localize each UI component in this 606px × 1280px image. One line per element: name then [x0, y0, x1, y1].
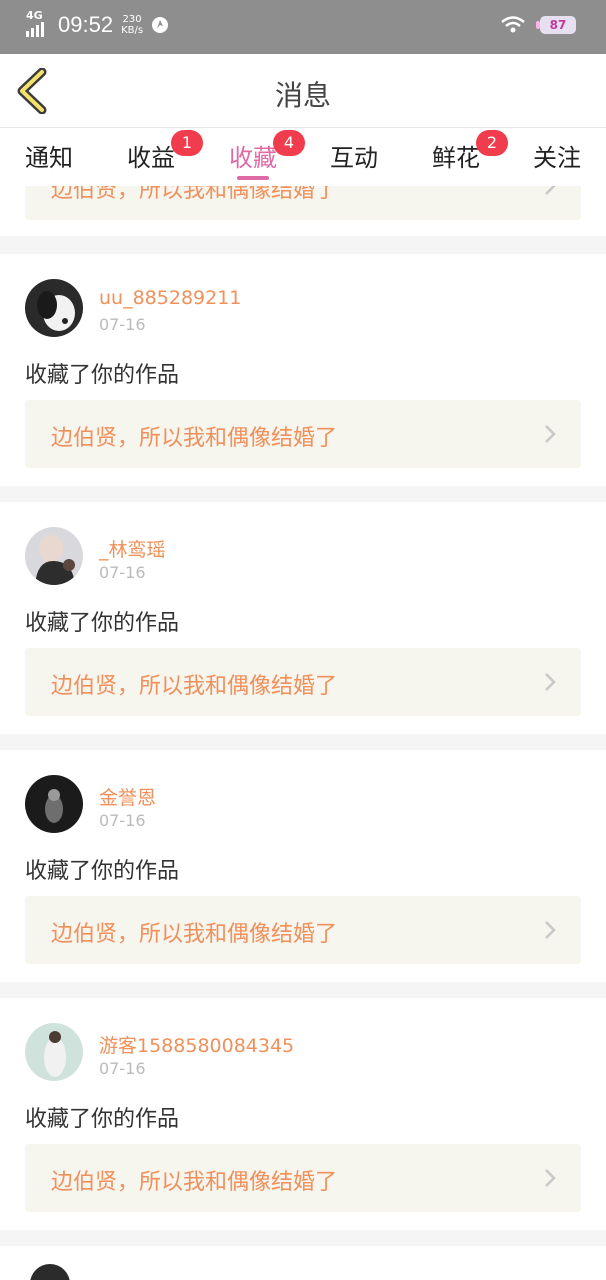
work-title: 边伯贤，所以我和偶像结婚了: [51, 674, 338, 699]
timestamp: 07-16: [99, 315, 146, 334]
network-speed: 230 KB/s: [121, 14, 144, 36]
wifi-icon: [501, 16, 525, 33]
page-title: 消息: [274, 79, 331, 112]
status-bar: 4G 09:52 230 KB/s 87: [0, 0, 606, 54]
action-text: 收藏了你的作品: [25, 363, 180, 388]
work-title: 边伯贤，所以我和偶像结婚了: [51, 186, 338, 203]
list-item: 游客1588580084345 07-16 收藏了你的作品 边伯贤，所以我和偶像…: [0, 998, 606, 1230]
badge-count: 2: [476, 130, 508, 156]
active-tab-indicator: [237, 176, 269, 180]
action-text: 收藏了你的作品: [25, 859, 180, 884]
tab-earnings[interactable]: 收益 1: [127, 130, 203, 173]
header: 消息: [0, 54, 606, 128]
tab-interactions[interactable]: 互动: [330, 138, 378, 173]
username[interactable]: 游客1588580084345: [99, 1031, 294, 1058]
message-list: 边伯贤，所以我和偶像结婚了 uu_885289211 07-16 收藏了你的作品…: [0, 186, 606, 1280]
clock: 09:52: [58, 12, 114, 37]
list-item: [0, 1246, 606, 1280]
work-title: 边伯贤，所以我和偶像结婚了: [51, 1170, 338, 1195]
notification-icon: [152, 17, 169, 33]
list-item: _林鸾瑶 07-16 收藏了你的作品 边伯贤，所以我和偶像结婚了: [0, 502, 606, 734]
chevron-right-icon: [545, 921, 556, 939]
badge-count: 1: [171, 130, 203, 156]
chevron-right-icon: [545, 186, 556, 195]
list-item: uu_885289211 07-16 收藏了你的作品 边伯贤，所以我和偶像结婚了: [0, 254, 606, 486]
network-type: 4G: [26, 9, 43, 22]
username[interactable]: _林鸾瑶: [99, 535, 166, 562]
timestamp: 07-16: [99, 811, 146, 830]
status-left: 4G 09:52 230 KB/s: [26, 9, 169, 38]
tab-flowers[interactable]: 鲜花 2: [432, 130, 508, 173]
battery-indicator: 87: [536, 16, 576, 34]
work-link[interactable]: 边伯贤，所以我和偶像结婚了: [25, 400, 581, 468]
avatar[interactable]: [25, 527, 83, 585]
signal-icon: 4G: [26, 9, 50, 37]
username[interactable]: uu_885289211: [99, 287, 241, 309]
chevron-right-icon: [545, 425, 556, 443]
badge-count: 4: [273, 130, 305, 156]
work-link[interactable]: 边伯贤，所以我和偶像结婚了: [25, 1144, 581, 1212]
work-link[interactable]: 边伯贤，所以我和偶像结婚了: [25, 648, 581, 716]
work-link[interactable]: 边伯贤，所以我和偶像结婚了: [25, 186, 581, 220]
action-text: 收藏了你的作品: [25, 611, 180, 636]
avatar[interactable]: [25, 775, 83, 833]
work-title: 边伯贤，所以我和偶像结婚了: [51, 922, 338, 947]
timestamp: 07-16: [99, 1059, 146, 1078]
list-item: 金誉恩 07-16 收藏了你的作品 边伯贤，所以我和偶像结婚了: [0, 750, 606, 982]
tab-bar: 通知 收益 1 收藏 4 互动 鲜花 2 关注: [0, 128, 606, 186]
work-title: 边伯贤，所以我和偶像结婚了: [51, 426, 338, 451]
status-right: 87: [500, 15, 576, 35]
work-link[interactable]: 边伯贤，所以我和偶像结婚了: [25, 896, 581, 964]
tab-notifications[interactable]: 通知: [25, 138, 73, 173]
timestamp: 07-16: [99, 563, 146, 582]
username[interactable]: 金誉恩: [99, 783, 156, 810]
action-text: 收藏了你的作品: [25, 1107, 180, 1132]
chevron-right-icon: [545, 1169, 556, 1187]
tab-favorites[interactable]: 收藏 4: [229, 130, 305, 173]
avatar[interactable]: [30, 1264, 70, 1280]
tab-follows[interactable]: 关注: [533, 138, 581, 173]
avatar[interactable]: [25, 1023, 83, 1081]
chevron-right-icon: [545, 673, 556, 691]
list-item: 边伯贤，所以我和偶像结婚了: [0, 186, 606, 236]
avatar[interactable]: [25, 279, 83, 337]
